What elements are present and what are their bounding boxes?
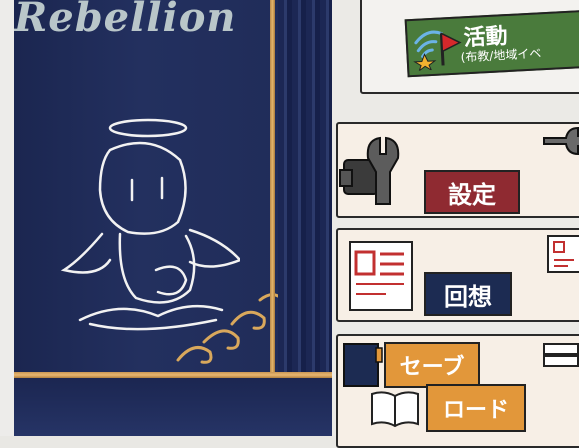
wrench-small-icon	[543, 126, 579, 156]
save-load-card[interactable]: セーブ ロード	[336, 334, 579, 448]
game-title: Rebellion	[14, 0, 237, 41]
gold-spine-line	[270, 0, 275, 436]
memo-small-icon	[547, 235, 579, 273]
open-book-icon	[371, 391, 419, 428]
activity-button[interactable]: 活動 (布教/地域イベ	[404, 8, 579, 78]
save-button[interactable]: セーブ	[384, 342, 480, 388]
main-menu: 活動 (布教/地域イベ 設定 回想 セーブ ロード	[332, 0, 579, 448]
left-border	[0, 0, 14, 436]
load-button[interactable]: ロード	[426, 384, 526, 432]
recall-button[interactable]: 回想	[424, 272, 512, 316]
book-bottom	[14, 378, 332, 436]
book-cover: Rebellion	[14, 0, 332, 436]
notebook-icon	[343, 343, 383, 387]
activity-sublabel: (布教/地域イベ	[460, 46, 542, 65]
wrench-icon	[339, 136, 400, 205]
activity-card[interactable]: 活動 (布教/地域イベ	[360, 0, 579, 94]
book-pages-edge	[278, 0, 332, 436]
settings-card[interactable]: 設定	[336, 122, 579, 218]
gold-swirl-ornament	[176, 293, 280, 364]
settings-button[interactable]: 設定	[424, 170, 520, 214]
wifi-flag-icon	[413, 30, 462, 71]
book-stack-icon	[543, 343, 579, 367]
memo-icon	[349, 241, 413, 311]
recall-card[interactable]: 回想	[336, 228, 579, 322]
